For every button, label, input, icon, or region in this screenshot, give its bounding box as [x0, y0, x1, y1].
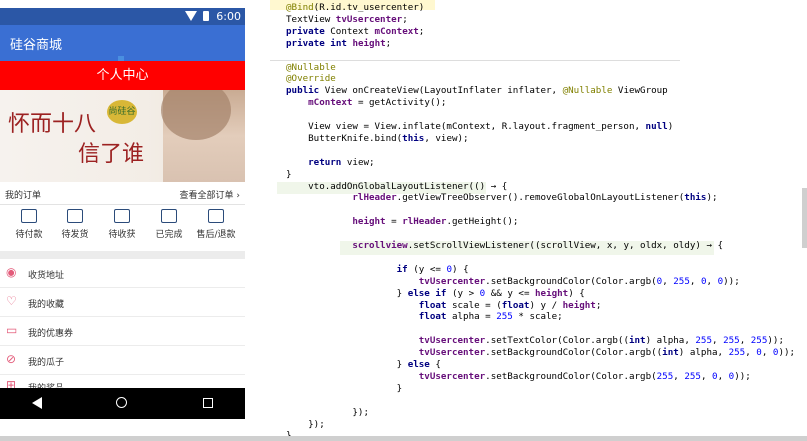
user-center-header: 个人中心: [0, 61, 245, 90]
brand-logo: 尚硅谷: [107, 100, 137, 124]
code-line[interactable]: tvUsercenter.setBackgroundColor(Color.ar…: [286, 347, 795, 358]
app-title: 硅谷商城: [10, 38, 63, 53]
banner-calligraphy-b: 信了谁: [78, 142, 145, 167]
check-bag-icon: [161, 209, 177, 223]
menu-item-seeds[interactable]: ⊘ 我的瓜子: [0, 346, 245, 375]
wifi-icon: [185, 11, 197, 21]
orders-label: 我的订单: [5, 191, 42, 201]
code-line[interactable]: });: [286, 419, 325, 430]
banner-calligraphy-a: 怀而十八: [8, 112, 97, 137]
wallet-icon: [21, 209, 37, 223]
phone-emulator: 6:00 硅谷商城 个人中心 怀而十八 信了谁 尚硅谷 我的订单 查看全部订单 …: [0, 8, 245, 419]
editor-scrollbar[interactable]: [802, 188, 807, 248]
code-editor[interactable]: @Bind(R.id.tv_usercenter) TextView tvUser…: [270, 0, 807, 441]
box-icon: [67, 209, 83, 223]
code-line[interactable]: }: [286, 169, 292, 180]
heart-icon: ♡: [6, 294, 17, 308]
code-line[interactable]: ButterKnife.bind(this, view);: [286, 133, 468, 144]
code-line[interactable]: @Nullable: [286, 62, 336, 73]
code-line[interactable]: } else {: [286, 359, 441, 370]
banner-photo: [161, 90, 245, 182]
menu-item-coupons[interactable]: ▭ 我的优惠券: [0, 317, 245, 346]
nav-bar: [0, 388, 245, 419]
menu-item-favorites[interactable]: ♡ 我的收藏: [0, 288, 245, 317]
code-line[interactable]: tvUsercenter.setBackgroundColor(Color.ar…: [286, 371, 751, 382]
editor-bottom-bar: [0, 436, 807, 441]
order-tab-pending-payment[interactable]: 待付款: [5, 209, 53, 240]
status-time: 6:00: [216, 10, 241, 23]
view-all-orders-link[interactable]: 查看全部订单 ›: [180, 188, 240, 201]
location-icon: ◉: [6, 265, 17, 279]
section-divider: [0, 251, 245, 259]
code-line[interactable]: public View onCreateView(LayoutInflater …: [286, 85, 668, 96]
code-line[interactable]: @Override: [286, 73, 336, 84]
recents-icon[interactable]: [203, 398, 213, 408]
truck-icon: [114, 209, 130, 223]
code-line[interactable]: });: [286, 407, 369, 418]
code-line[interactable]: tvUsercenter.setBackgroundColor(Color.ar…: [286, 276, 740, 287]
code-line[interactable]: View view = View.inflate(mContext, R.lay…: [286, 121, 673, 132]
code-line[interactable]: scrollview.setScrollViewListener((scroll…: [286, 240, 723, 251]
refund-icon: [208, 209, 224, 223]
order-tab-completed[interactable]: 已完成: [145, 209, 193, 240]
status-bar: 6:00: [0, 8, 245, 25]
code-line[interactable]: private int height;: [286, 38, 391, 49]
code-line[interactable]: if (y <= 0) {: [286, 264, 469, 275]
code-line[interactable]: float alpha = 255 * scale;: [286, 311, 563, 322]
code-line[interactable]: vto.addOnGlobalLayoutListener(() → {: [286, 181, 507, 192]
code-line[interactable]: height = rlHeader.getHeight();: [286, 216, 518, 227]
home-icon[interactable]: [116, 397, 127, 408]
battery-icon: [203, 11, 209, 21]
order-status-tabs: 待付款 待发货 待收获 已完成 售后/退款: [0, 205, 245, 249]
order-tab-pending-shipment[interactable]: 待发货: [51, 209, 99, 240]
code-line[interactable]: rlHeader.getViewTreeObserver().removeGlo…: [286, 192, 717, 203]
orders-row[interactable]: 我的订单 查看全部订单 ›: [0, 182, 245, 205]
code-line[interactable]: mContext = getActivity();: [286, 97, 446, 108]
code-line[interactable]: float scale = (float) y / height;: [286, 300, 602, 311]
code-line[interactable]: TextView tvUsercenter;: [286, 14, 408, 25]
seed-icon: ⊘: [6, 352, 17, 366]
banner[interactable]: 怀而十八 信了谁 尚硅谷: [0, 90, 245, 182]
menu-item-address[interactable]: ◉ 收货地址: [0, 259, 245, 288]
code-line[interactable]: tvUsercenter.setTextColor(Color.argb((in…: [286, 335, 784, 346]
code-line[interactable]: @Bind(R.id.tv_usercenter): [286, 2, 424, 13]
back-icon[interactable]: [32, 397, 42, 409]
code-line[interactable]: } else if (y > 0 && y <= height) {: [286, 288, 585, 299]
order-tab-after-sales[interactable]: 售后/退款: [192, 209, 240, 240]
code-line[interactable]: private Context mContext;: [286, 26, 424, 37]
coupon-icon: ▭: [6, 323, 18, 337]
code-line[interactable]: }: [286, 383, 403, 394]
order-tab-pending-receipt[interactable]: 待收获: [98, 209, 146, 240]
code-line[interactable]: return view;: [286, 157, 374, 168]
